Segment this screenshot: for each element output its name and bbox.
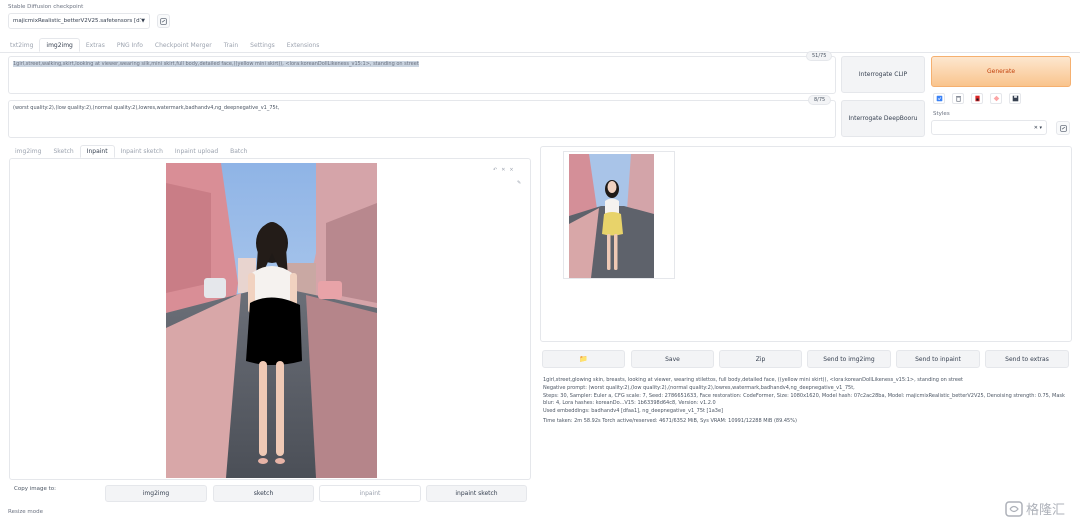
style-tools <box>933 93 1021 104</box>
main-tabs: txt2img img2img Extras PNG Info Checkpoi… <box>4 38 325 52</box>
prompt-text: 1girl,street,walking,skirt,looking at vi… <box>13 61 419 67</box>
info-embeddings: Used embeddings: badhandv4 [dfaa1], ng_d… <box>543 408 723 414</box>
send-to-inpaint-button[interactable]: Send to inpaint <box>896 350 980 368</box>
styles-select[interactable]: ✕ ▾ <box>931 120 1047 135</box>
inpaint-canvas[interactable]: ↶ ✕ × ✎ <box>9 158 531 480</box>
tab-divider <box>0 52 1080 53</box>
negative-prompt-text: (worst quality:2),(low quality:2),(norma… <box>13 105 280 111</box>
inpaint-source-image <box>166 163 377 478</box>
info-prompt: 1girl,street,glowing skin, breasts, look… <box>543 377 964 383</box>
undo-icon[interactable]: ↶ <box>493 167 497 173</box>
tab-extras[interactable]: Extras <box>80 38 111 52</box>
info-time: Time taken: 2m 58.92s Torch active/reser… <box>543 417 797 424</box>
interrogate-deepbooru-button[interactable]: Interrogate DeepBooru <box>841 100 925 137</box>
checkpoint-select[interactable]: majicmixRealistic_betterV2V25.safetensor… <box>8 13 150 29</box>
generate-button[interactable]: Generate <box>931 56 1071 87</box>
clear-icon[interactable]: ✕ <box>501 167 505 173</box>
folder-icon: 📁 <box>579 355 588 363</box>
brush-icon[interactable]: ✎ <box>517 180 521 186</box>
img2img-subtabs: img2img Sketch Inpaint Inpaint sketch In… <box>9 145 253 158</box>
clipboard-icon <box>1059 124 1067 132</box>
refresh-checkpoint-button[interactable] <box>157 14 170 28</box>
copy-image-label: Copy image to: <box>14 486 56 492</box>
send-to-img2img-button[interactable]: Send to img2img <box>807 350 891 368</box>
canvas-controls: ↶ ✕ × <box>493 167 514 173</box>
send-to-extras-button[interactable]: Send to extras <box>985 350 1069 368</box>
info-params-continued: blur: 4, Lora hashes: koreanDo...V15: 1b… <box>543 400 716 407</box>
trash-icon[interactable] <box>952 93 964 104</box>
refresh-icon <box>160 17 167 25</box>
output-gallery <box>540 146 1072 342</box>
extra-networks-icon[interactable] <box>990 93 1002 104</box>
subtab-inpaint[interactable]: Inpaint <box>79 145 115 158</box>
close-icon[interactable]: × <box>509 167 513 173</box>
negative-token-counter: 8/75 <box>808 95 832 105</box>
prompt-textarea[interactable]: 1girl,street,walking,skirt,looking at vi… <box>8 56 836 94</box>
info-negative: Negative prompt: (worst quality:2),(low … <box>543 384 855 391</box>
paste-icon[interactable] <box>933 93 945 104</box>
save-style-icon[interactable] <box>1009 93 1021 104</box>
copy-to-img2img-button[interactable]: img2img <box>105 485 207 502</box>
output-thumbnail-frame[interactable] <box>563 151 675 279</box>
resize-mode-label: Resize mode <box>8 509 43 515</box>
subtab-inpaint-sketch[interactable]: Inpaint sketch <box>115 145 169 158</box>
subtab-sketch[interactable]: Sketch <box>47 145 79 158</box>
open-folder-button[interactable]: 📁 <box>542 350 625 368</box>
watermark-icon <box>1005 500 1023 517</box>
checkpoint-label: Stable Diffusion checkpoint <box>8 4 84 10</box>
styles-label: Styles <box>933 111 950 117</box>
watermark-logo: 格隆汇 <box>1005 499 1065 518</box>
subtab-batch[interactable]: Batch <box>224 145 253 158</box>
tab-img2img[interactable]: img2img <box>39 38 80 52</box>
copy-to-inpaint-button[interactable]: inpaint <box>319 485 421 502</box>
tab-checkpoint-merger[interactable]: Checkpoint Merger <box>149 38 218 52</box>
chevron-down-icon: ✕ ▾ <box>1033 124 1042 131</box>
save-button[interactable]: Save <box>631 350 714 368</box>
tab-txt2img[interactable]: txt2img <box>4 38 39 52</box>
chevron-down-icon: ▼ <box>141 18 145 24</box>
subtab-inpaint-upload[interactable]: Inpaint upload <box>169 145 224 158</box>
negative-prompt-textarea[interactable]: (worst quality:2),(low quality:2),(norma… <box>8 100 836 138</box>
checkpoint-value: majicmixRealistic_betterV2V25.safetensor… <box>13 18 142 24</box>
tab-png-info[interactable]: PNG Info <box>111 38 149 52</box>
copy-to-inpaint-sketch-button[interactable]: inpaint sketch <box>426 485 527 502</box>
zip-button[interactable]: Zip <box>719 350 802 368</box>
tab-train[interactable]: Train <box>218 38 244 52</box>
generation-info: 1girl,street,glowing skin, breasts, look… <box>543 377 1068 426</box>
style-apply-icon[interactable] <box>971 93 983 104</box>
subtab-img2img[interactable]: img2img <box>9 145 47 158</box>
watermark-text: 格隆汇 <box>1026 503 1066 518</box>
interrogate-clip-button[interactable]: Interrogate CLIP <box>841 56 925 93</box>
output-image <box>569 154 654 278</box>
tab-extensions[interactable]: Extensions <box>281 38 326 52</box>
tab-settings[interactable]: Settings <box>244 38 281 52</box>
info-params: Steps: 30, Sampler: Euler a, CFG scale: … <box>543 392 1065 399</box>
copy-to-sketch-button[interactable]: sketch <box>213 485 314 502</box>
apply-styles-button[interactable] <box>1056 121 1070 135</box>
prompt-token-counter: 51/75 <box>806 51 833 61</box>
